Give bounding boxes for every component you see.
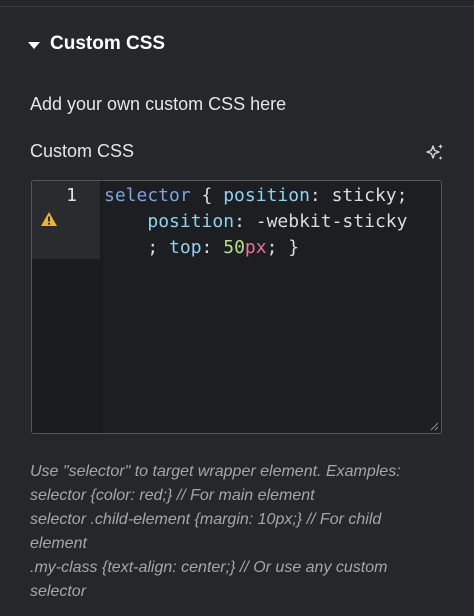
- code-token-punc: ;: [104, 237, 170, 258]
- custom-css-panel: Custom CSS Add your own custom CSS here …: [0, 0, 474, 616]
- code-token-prop: top: [169, 237, 202, 258]
- top-divider: [0, 6, 474, 7]
- help-line: .my-class {text-align: center;} // Or us…: [30, 559, 388, 576]
- code-line[interactable]: selector { position: sticky;: [104, 183, 434, 209]
- fold-column: [100, 181, 103, 433]
- sparkle-icon[interactable]: [424, 142, 446, 164]
- code-content[interactable]: selector { position: sticky; position: -…: [104, 183, 434, 261]
- help-line: element: [30, 535, 87, 552]
- code-token-punc: [104, 211, 147, 232]
- help-line: selector .child-element {margin: 10px;} …: [30, 511, 382, 528]
- code-token-punc: {: [190, 185, 224, 206]
- help-line: Use "selector" to target wrapper element…: [30, 463, 401, 480]
- custom-css-section-toggle[interactable]: Custom CSS: [28, 30, 165, 58]
- help-line: selector: [30, 583, 87, 600]
- field-label: Custom CSS: [30, 141, 135, 161]
- code-line[interactable]: ; top: 50px; }: [104, 235, 434, 261]
- code-token-num: 50: [223, 237, 245, 258]
- section-title: Custom CSS: [50, 33, 166, 54]
- help-line: selector {color: red;} // For main eleme…: [30, 487, 315, 504]
- code-line[interactable]: position: -webkit-sticky: [104, 209, 434, 235]
- warning-icon[interactable]: [40, 211, 58, 227]
- code-token-val: : -webkit-sticky: [234, 211, 408, 232]
- css-code-editor[interactable]: 1 selector { position: sticky; position:…: [31, 180, 442, 434]
- code-token-val: : sticky;: [309, 185, 408, 206]
- code-token-unit: px: [244, 237, 267, 258]
- code-token-punc: :: [201, 237, 224, 258]
- section-description: Add your own custom CSS here: [30, 94, 287, 114]
- code-token-sel: selector: [104, 185, 191, 206]
- resize-handle-icon[interactable]: [429, 421, 439, 431]
- line-number: 1: [66, 185, 77, 206]
- code-token-prop: position: [147, 211, 235, 232]
- code-token-punc: ; }: [266, 237, 300, 258]
- code-token-prop: position: [223, 185, 310, 206]
- help-text: Use "selector" to target wrapper element…: [30, 460, 450, 604]
- caret-down-icon: [28, 41, 40, 49]
